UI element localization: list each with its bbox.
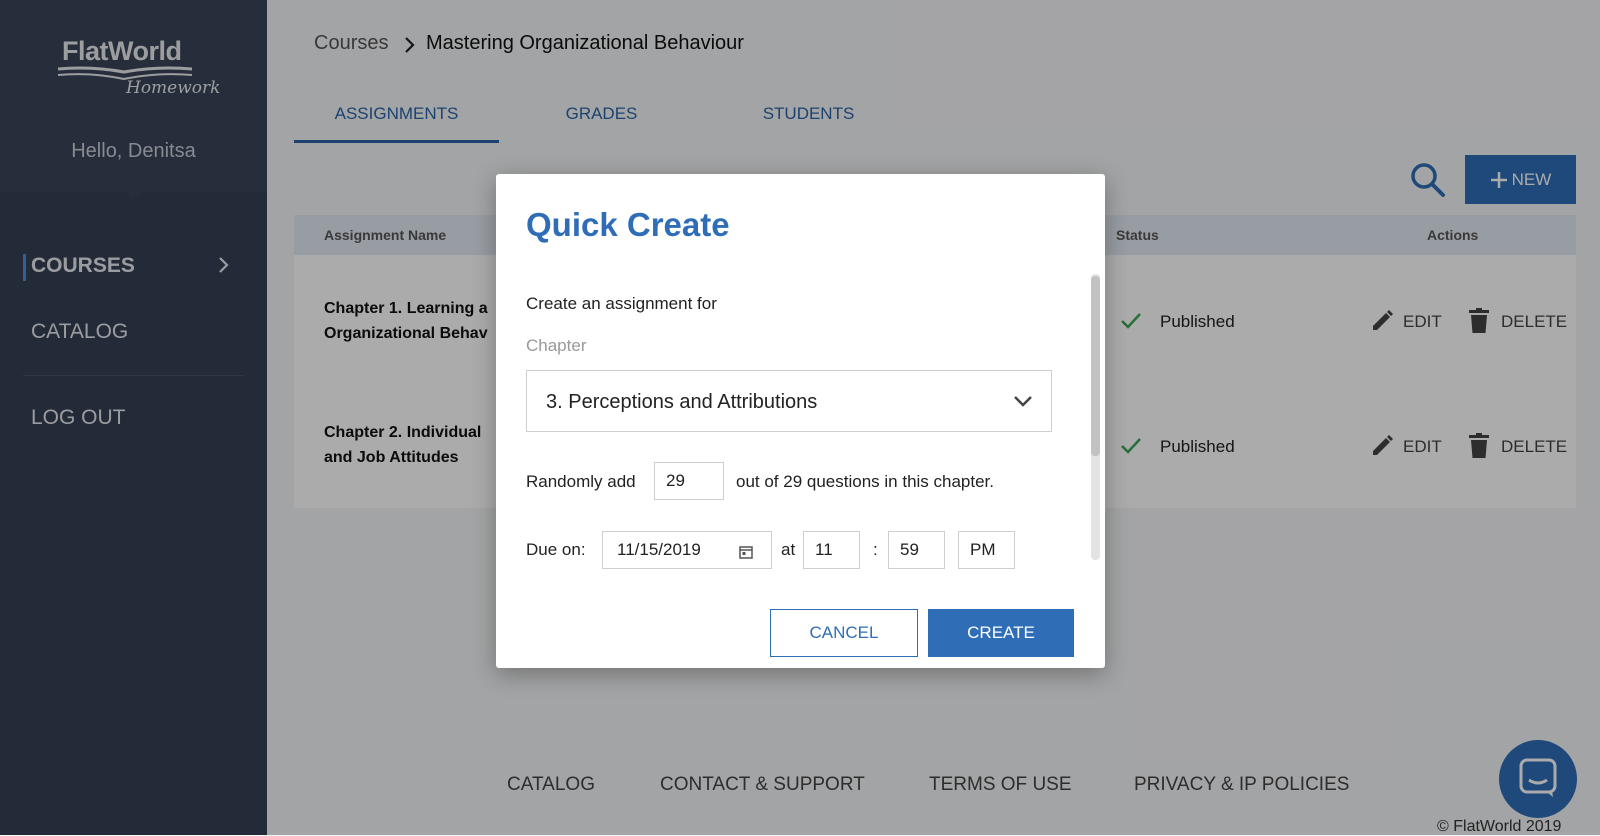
random-add-label: Randomly add (526, 472, 636, 491)
question-count-input[interactable]: 29 (654, 462, 724, 500)
time-colon: : (873, 540, 878, 559)
calendar-icon[interactable] (739, 545, 753, 559)
random-add-suffix: out of 29 questions in this chapter. (736, 472, 995, 491)
due-on-label: Due on: (526, 540, 586, 559)
cancel-button[interactable]: CANCEL (770, 609, 918, 657)
due-date-value: 11/15/2019 (617, 540, 701, 559)
minute-input[interactable]: 59 (888, 531, 945, 569)
due-date-input[interactable]: 11/15/2019 (602, 531, 772, 569)
quick-create-dialog: Quick Create Create an assignment for Ch… (496, 174, 1105, 668)
chevron-down-icon (1014, 396, 1032, 407)
create-button[interactable]: CREATE (928, 609, 1074, 657)
at-label: at (781, 540, 796, 559)
chapter-select[interactable]: 3. Perceptions and Attributions (526, 370, 1052, 432)
ampm-select[interactable]: PM (958, 531, 1015, 569)
chapter-label: Chapter (526, 336, 587, 355)
chapter-select-value: 3. Perceptions and Attributions (546, 391, 818, 413)
dialog-intro: Create an assignment for (526, 294, 717, 313)
dialog-scrollbar-thumb[interactable] (1091, 276, 1100, 456)
dialog-title: Quick Create (526, 206, 730, 243)
hour-input[interactable]: 11 (803, 531, 860, 569)
